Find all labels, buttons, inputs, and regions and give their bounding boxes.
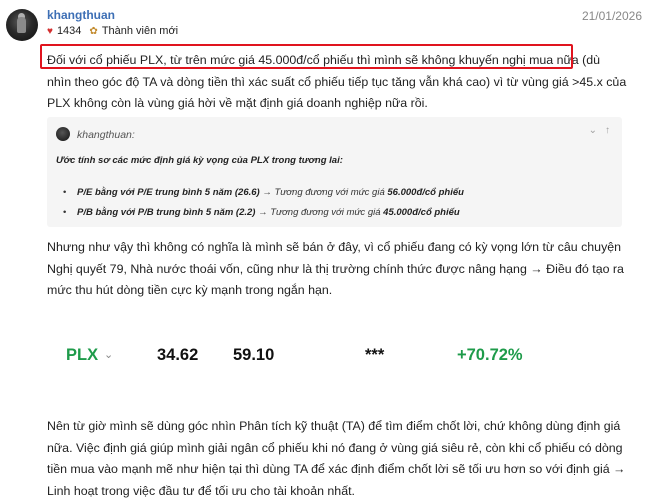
quote-item-label: P/E bằng với P/E trung bình 5 năm (26.6) [77,187,260,198]
quote-controls: ⌄ ↑ [589,125,610,136]
quote-item-text: → Tương đương với mức giá [255,207,384,218]
go-to-quote-arrow-icon[interactable]: ↑ [605,125,610,136]
quote-username[interactable]: khangthuan: [77,129,135,141]
ticker-symbol[interactable]: PLX [66,346,98,365]
expand-chevron-icon[interactable]: ⌄ [589,125,597,136]
quote-avatar [56,127,70,141]
post-paragraph-3: Nên từ giờ mình sẽ dùng góc nhìn Phân tí… [47,419,626,498]
quote-list: • P/E bằng với P/E trung bình 5 năm (26.6… [63,183,464,223]
quote-list-item: • P/B bằng với P/B trung bình 5 năm (2.2)… [63,203,464,223]
highlight-annotation-box [40,44,573,69]
bullet-icon: • [63,187,67,198]
post-date[interactable]: 21/01/2026 [582,9,642,23]
ticker-value-3: *** [365,346,385,364]
user-rank: Thành viên mới [101,25,179,37]
quote-item-text: → Tương đương với mức giá [259,187,388,198]
avatar-figure-body [17,17,26,33]
stock-ticker-widget[interactable]: PLX ⌄ 34.62 59.10 *** +70.72% [47,339,622,373]
bullet-icon: • [63,207,67,218]
quote-item-value: 45.000đ/cổ phiếu [383,207,460,218]
quote-list-item: • P/E bằng với P/E trung bình 5 năm (26.6… [63,183,464,203]
heart-icon: ♥ [47,25,53,37]
username-link[interactable]: khangthuan [47,8,115,22]
chevron-down-icon[interactable]: ⌄ [104,348,113,361]
ticker-value-2: 59.10 [233,346,275,364]
avatar[interactable] [6,9,38,41]
ticker-change: +70.72% [457,346,523,364]
quote-title: Ước tính sơ các mức định giá kỳ vọng của… [56,155,343,166]
quote-block: khangthuan: ⌄ ↑ Ước tính sơ các mức định… [47,117,622,227]
rank-badge-icon: ✿ [89,25,98,37]
quote-item-value: 56.000đ/cổ phiếu [387,187,464,198]
ticker-value-1: 34.62 [157,346,199,364]
quote-item-label: P/B bằng với P/B trung bình 5 năm (2.2) [77,207,256,218]
post-paragraph-2: Nhưng như vậy thì không có nghĩa là mình… [47,240,624,297]
user-meta: ♥ 1434 ✿ Thành viên mới [47,25,178,37]
likes-count: 1434 [56,25,82,37]
